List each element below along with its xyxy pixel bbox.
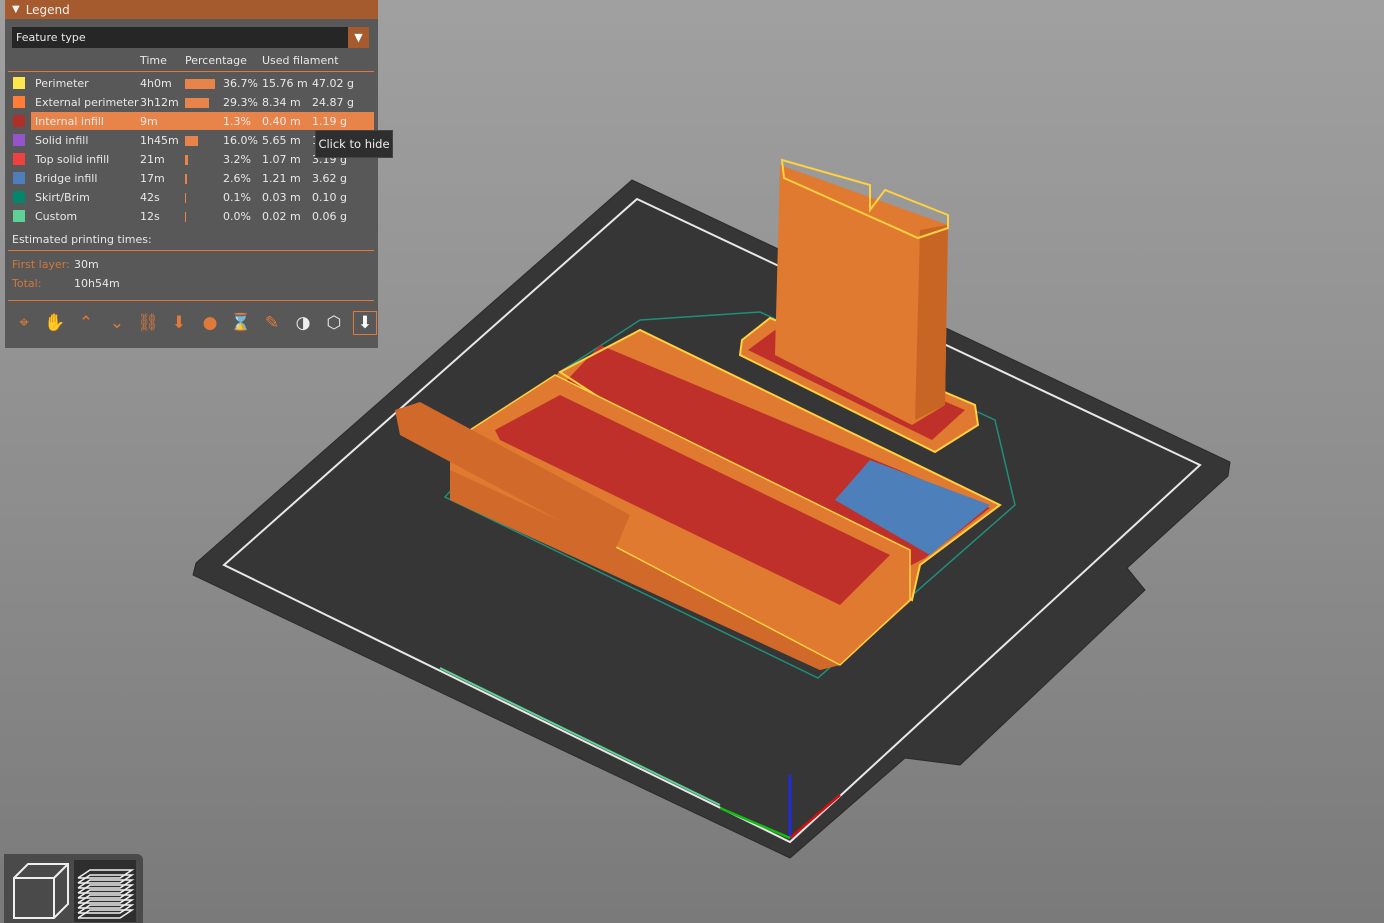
feature-percent: 0.1% [223, 191, 251, 204]
feature-name: Perimeter [35, 77, 89, 90]
feature-length: 0.40 m [262, 115, 301, 128]
color-changes-icon[interactable]: ● [198, 311, 222, 335]
feature-time: 17m [140, 172, 165, 185]
feature-length: 8.34 m [262, 96, 301, 109]
center-of-gravity-icon[interactable]: ◑ [291, 311, 315, 335]
feature-weight: 0.10 g [312, 191, 347, 204]
feature-name: Bridge infill [35, 172, 98, 185]
feature-name: Solid infill [35, 134, 89, 147]
estimated-label: Estimated printing times: [12, 233, 152, 246]
feature-length: 15.76 m [262, 77, 308, 90]
collapse-triangle-icon: ▼ [12, 4, 20, 15]
col-used-filament: Used filament [262, 54, 339, 67]
legend-row[interactable]: Custom 12s 0.0% 0.02 m 0.06 g [5, 207, 378, 226]
feature-name: Internal infill [35, 115, 104, 128]
feature-weight: 47.02 g [312, 77, 354, 90]
tool-changes-icon[interactable]: ⬇ [167, 311, 191, 335]
color-swatch [13, 96, 25, 108]
dropdown-arrow-icon[interactable]: ▼ [348, 27, 369, 48]
wipe-icon[interactable]: ✋ [43, 311, 67, 335]
legend-panel: ▼ Legend Feature type ▼ Time Percentage Us… [5, 0, 393, 348]
legend-row[interactable]: Skirt/Brim 42s 0.1% 0.03 m 0.10 g [5, 188, 378, 207]
layers-view-icon[interactable] [74, 860, 136, 922]
feature-percent: 2.6% [223, 172, 251, 185]
pause-prints-icon[interactable]: ⌛ [229, 311, 253, 335]
percent-bar [185, 174, 188, 184]
color-swatch [13, 153, 25, 165]
color-swatch [13, 134, 25, 146]
legend-row[interactable]: Bridge infill 17m 2.6% 1.21 m 3.62 g [5, 169, 378, 188]
color-swatch [13, 115, 25, 127]
legend-title: Legend [25, 2, 70, 17]
feature-length: 0.02 m [262, 210, 301, 223]
custom-gcode-icon[interactable]: ✎ [260, 311, 284, 335]
feature-length: 5.65 m [262, 134, 301, 147]
feature-name: Custom [35, 210, 78, 223]
col-percentage: Percentage [185, 54, 247, 67]
color-swatch [13, 210, 25, 222]
deretractions-icon[interactable]: ⌄ [105, 311, 129, 335]
percent-bar [185, 155, 188, 165]
feature-time: 21m [140, 153, 165, 166]
feature-percent: 0.0% [223, 210, 251, 223]
legend-row[interactable]: Perimeter 4h0m 36.7% 15.76 m 47.02 g [5, 74, 378, 93]
percent-bar [185, 193, 186, 203]
divider [8, 250, 374, 251]
feature-time: 3h12m [140, 96, 179, 109]
feature-percent: 36.7% [223, 77, 258, 90]
col-time: Time [140, 54, 167, 67]
feature-percent: 16.0% [223, 134, 258, 147]
divider [8, 300, 374, 301]
view-toolbar [4, 854, 143, 923]
feature-length: 1.21 m [262, 172, 301, 185]
feature-length: 0.03 m [262, 191, 301, 204]
feature-time: 9m [140, 115, 158, 128]
feature-name: Top solid infill [35, 153, 110, 166]
feature-weight: 1.19 g [312, 115, 347, 128]
color-swatch [13, 191, 25, 203]
3d-view-icon[interactable] [10, 860, 72, 922]
view-type-combo[interactable]: Feature type ▼ [12, 27, 369, 48]
feature-percent: 29.3% [223, 96, 258, 109]
percent-bar [185, 79, 215, 89]
feature-percent: 1.3% [223, 115, 251, 128]
total-time: 10h54m [74, 277, 120, 290]
shells-icon[interactable]: ⬡ [322, 311, 346, 335]
tooltip: Click to hide [315, 130, 393, 158]
view-type-value: Feature type [16, 31, 86, 44]
seams-icon[interactable]: ⛓ [136, 311, 160, 335]
legend-row[interactable]: External perimeter 3h12m 29.3% 8.34 m 24… [5, 93, 378, 112]
feature-time: 12s [140, 210, 160, 223]
percent-bar [185, 136, 199, 146]
legend-header[interactable]: ▼ Legend [5, 0, 378, 19]
first-layer-label: First layer: [12, 258, 70, 271]
color-swatch [13, 172, 25, 184]
percent-bar [185, 98, 209, 108]
feature-time: 4h0m [140, 77, 172, 90]
feature-weight: 0.06 g [312, 210, 347, 223]
percent-bar [185, 212, 186, 222]
feature-name: Skirt/Brim [35, 191, 90, 204]
travel-icon[interactable]: ⌖ [12, 311, 36, 335]
feature-percent: 3.2% [223, 153, 251, 166]
total-label: Total: [12, 277, 42, 290]
feature-time: 1h45m [140, 134, 179, 147]
feature-name: External perimeter [35, 96, 139, 109]
legend-row[interactable]: Internal infill 9m 1.3% 0.40 m 1.19 g [5, 112, 378, 131]
first-layer-time: 30m [74, 258, 99, 271]
divider [8, 71, 374, 72]
feature-weight: 24.87 g [312, 96, 354, 109]
retractions-icon[interactable]: ⌃ [74, 311, 98, 335]
feature-time: 42s [140, 191, 160, 204]
feature-weight: 3.62 g [312, 172, 347, 185]
color-swatch [13, 77, 25, 89]
feature-length: 1.07 m [262, 153, 301, 166]
tool-marker-icon[interactable]: ⬇ [353, 311, 377, 335]
